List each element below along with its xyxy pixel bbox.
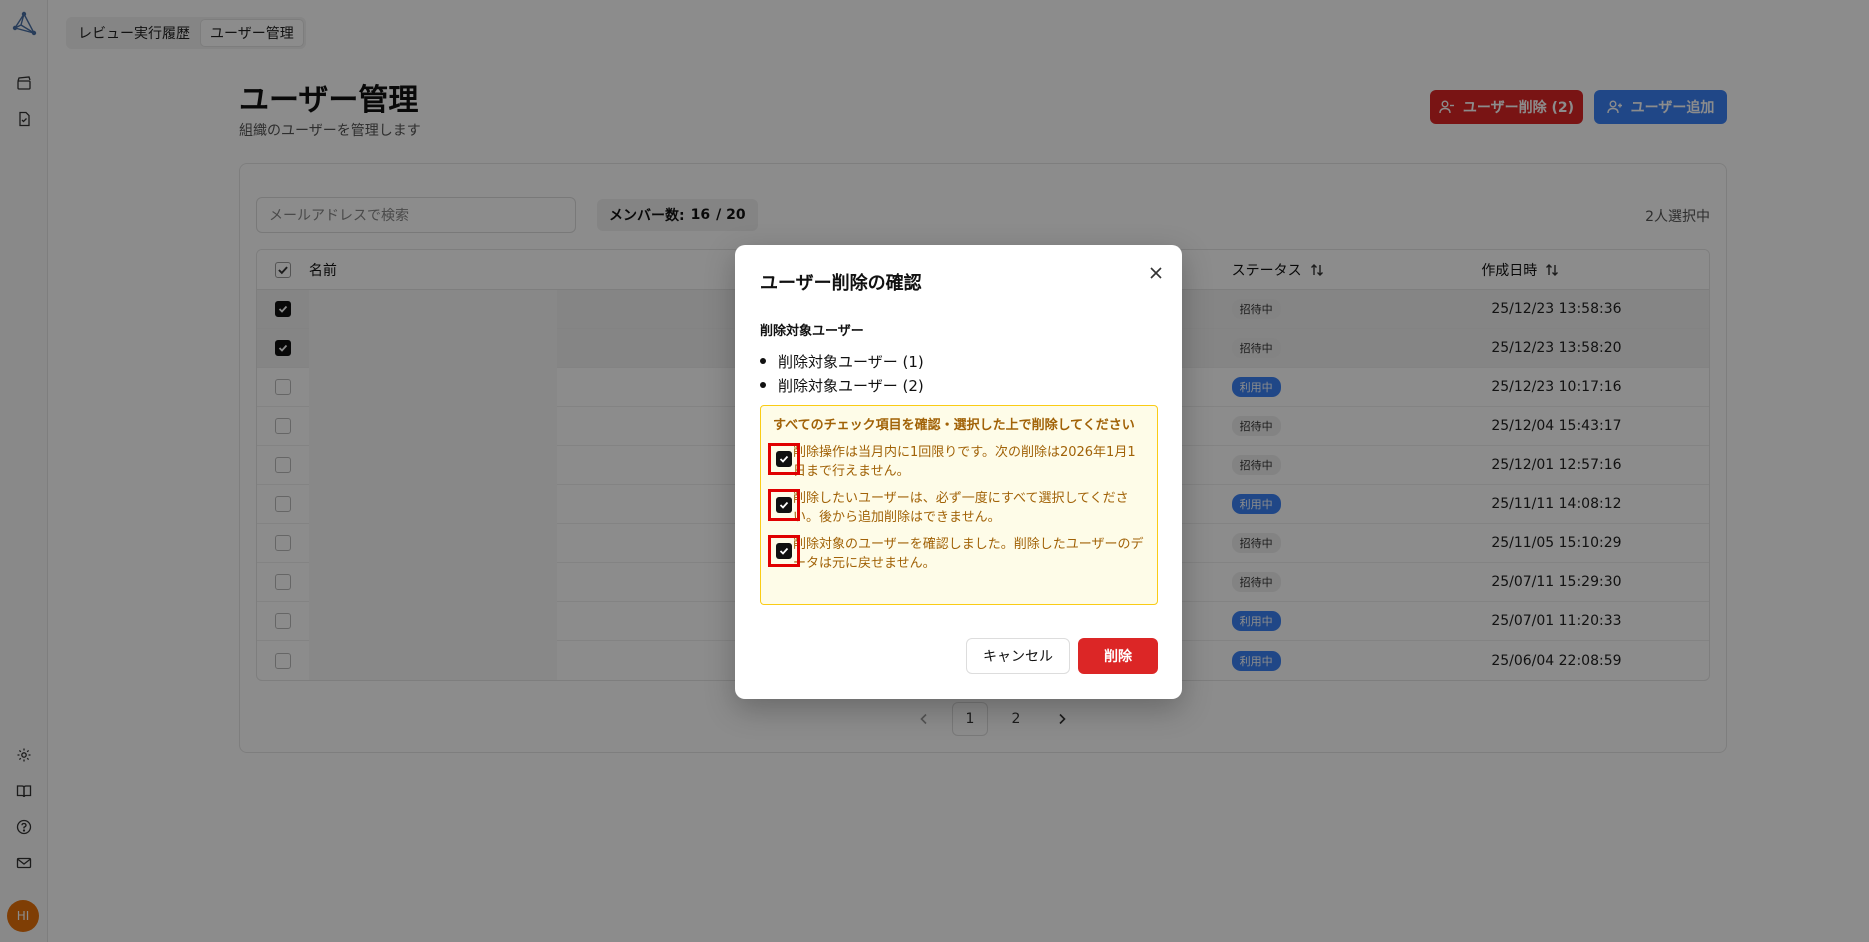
check-icon bbox=[779, 455, 789, 463]
delete-button[interactable]: 削除 bbox=[1078, 638, 1158, 674]
confirm-check-2: 削除したいユーザーは、必ず一度にすべて選択してください。後から追加削除はできませ… bbox=[768, 489, 1145, 527]
confirm-check-1-label: 削除操作は当月内に1回限りです。次の削除は2026年1月1日まで行えません。 bbox=[793, 445, 1136, 479]
warning-box: すべてのチェック項目を確認・選択した上で削除してください 削除操作は当月内に1回… bbox=[760, 405, 1158, 605]
list-item: 削除対象ユーザー (2) bbox=[760, 373, 924, 397]
close-icon bbox=[1150, 267, 1162, 279]
list-item: 削除対象ユーザー (1) bbox=[760, 349, 924, 373]
confirm-check-3: 削除対象のユーザーを確認しました。削除したユーザーのデータは元に戻せません。 bbox=[768, 535, 1145, 573]
confirm-check-2-label: 削除したいユーザーは、必ず一度にすべて選択してください。後から追加削除はできませ… bbox=[793, 491, 1129, 525]
cancel-button[interactable]: キャンセル bbox=[966, 638, 1070, 674]
warning-heading: すべてのチェック項目を確認・選択した上で削除してください bbox=[773, 418, 1135, 433]
close-button[interactable] bbox=[1146, 263, 1166, 283]
target-user-1: 削除対象ユーザー (1) bbox=[778, 352, 924, 371]
check-icon bbox=[779, 547, 789, 555]
dialog-title: ユーザー削除の確認 bbox=[760, 273, 922, 294]
confirm-check-1: 削除操作は当月内に1回限りです。次の削除は2026年1月1日まで行えません。 bbox=[768, 443, 1145, 481]
confirm-check-3-label: 削除対象のユーザーを確認しました。削除したユーザーのデータは元に戻せません。 bbox=[793, 537, 1144, 571]
delete-confirm-dialog: ユーザー削除の確認 削除対象ユーザー 削除対象ユーザー (1) 削除対象ユーザー… bbox=[735, 245, 1182, 699]
target-user-2: 削除対象ユーザー (2) bbox=[778, 376, 924, 395]
target-user-list: 削除対象ユーザー (1) 削除対象ユーザー (2) bbox=[760, 349, 924, 397]
confirm-checkbox-1[interactable] bbox=[768, 443, 800, 475]
targets-label: 削除対象ユーザー bbox=[760, 324, 864, 339]
check-icon bbox=[779, 501, 789, 509]
confirm-checkbox-3[interactable] bbox=[768, 535, 800, 567]
confirm-checkbox-2[interactable] bbox=[768, 489, 800, 521]
